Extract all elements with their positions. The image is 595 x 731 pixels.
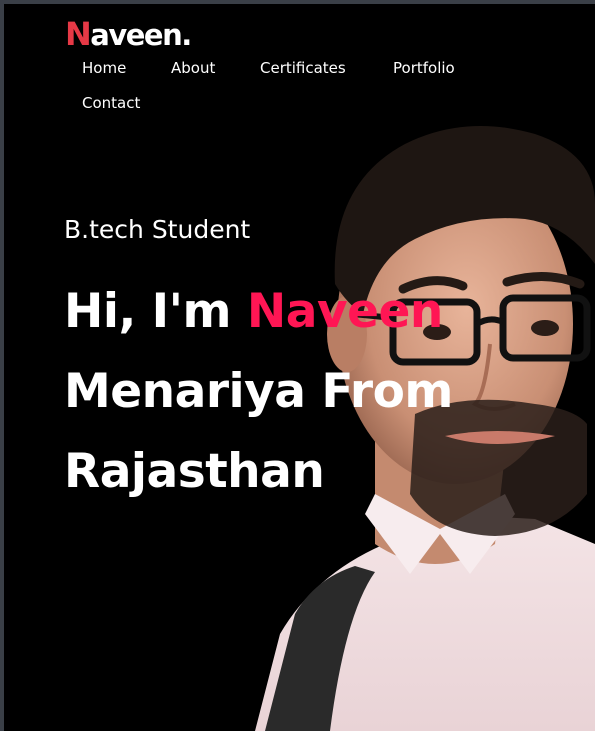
headline-line-2: Menariya From xyxy=(64,364,453,419)
brand-logo[interactable]: Naveen. xyxy=(65,14,192,55)
nav-item-contact[interactable]: Contact xyxy=(82,93,140,113)
headline-line-1: Hi, I'm Naveen xyxy=(64,272,534,352)
hero-subtitle: B.tech Student xyxy=(64,215,251,244)
logo-initial: N xyxy=(65,15,92,53)
nav-item-home[interactable]: Home xyxy=(82,58,126,78)
nav-item-certificates[interactable]: Certificates xyxy=(260,58,346,78)
nav-item-about[interactable]: About xyxy=(171,58,215,78)
logo-name: aveen. xyxy=(90,18,192,52)
greeting-text: Hi, I'm xyxy=(64,284,247,339)
hero-page: Naveen. Home About Certificates Portfoli… xyxy=(4,4,595,731)
hero-headline: Hi, I'm Naveen Menariya From Rajasthan xyxy=(64,272,534,512)
nav-item-portfolio[interactable]: Portfolio xyxy=(393,58,455,78)
headline-line-3: Rajasthan xyxy=(64,444,325,499)
name-highlight: Naveen xyxy=(246,284,443,339)
